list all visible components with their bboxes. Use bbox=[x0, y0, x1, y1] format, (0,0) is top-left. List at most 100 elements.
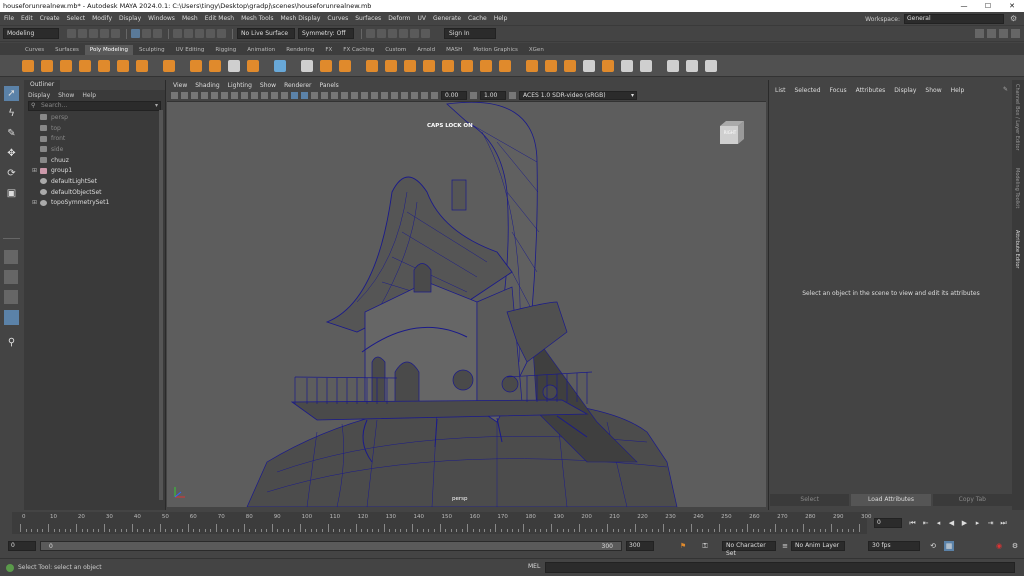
menu-mesh[interactable]: Mesh bbox=[182, 15, 198, 22]
modeling-toolkit-icon[interactable] bbox=[975, 29, 984, 38]
mel-label[interactable]: MEL bbox=[528, 563, 540, 570]
copy-tab-button[interactable]: Copy Tab bbox=[932, 494, 1012, 506]
field-chart-icon[interactable] bbox=[271, 92, 278, 99]
poly-torus-icon[interactable] bbox=[98, 59, 110, 72]
viewport-menu-view[interactable]: View bbox=[173, 82, 187, 89]
modeling-toolkit-tab[interactable]: Modeling Toolkit bbox=[1014, 168, 1020, 208]
live-surface-field[interactable]: No Live Surface bbox=[237, 28, 295, 39]
menu-file[interactable]: File bbox=[4, 15, 14, 22]
xray-joints-icon[interactable] bbox=[411, 92, 418, 99]
expand-icon[interactable]: ⊞ bbox=[32, 199, 40, 206]
shelf-tab-surfaces[interactable]: Surfaces bbox=[50, 45, 84, 55]
select-camera-icon[interactable] bbox=[171, 92, 178, 99]
grease-pencil-icon[interactable] bbox=[221, 92, 228, 99]
symmetry-dropdown[interactable]: Symmetry: Off bbox=[298, 28, 354, 39]
menu-set-dropdown[interactable]: Modeling bbox=[3, 28, 59, 39]
curve-to-mesh-icon[interactable] bbox=[209, 59, 221, 72]
menu-edit[interactable]: Edit bbox=[21, 15, 33, 22]
automatic-mapping-icon[interactable] bbox=[602, 59, 614, 72]
depth-of-field-icon[interactable] bbox=[381, 92, 388, 99]
bevel-icon[interactable] bbox=[442, 59, 454, 72]
gamma-field[interactable]: 1.00 bbox=[480, 91, 506, 100]
image-plane-icon[interactable] bbox=[201, 92, 208, 99]
fill-hole-icon[interactable] bbox=[480, 59, 492, 72]
append-to-polygon-icon[interactable] bbox=[461, 59, 473, 72]
timeline-ruler[interactable]: 0 10 20 30 40 50 60 70 80 90 100 110 120 130 140 150 160… bbox=[12, 512, 872, 534]
new-scene-icon[interactable] bbox=[67, 29, 76, 38]
outliner-search-input[interactable]: ⚲ Search... ▾ bbox=[28, 101, 161, 111]
insert-edge-loop-icon[interactable] bbox=[545, 59, 557, 72]
super-shape-icon[interactable] bbox=[163, 59, 175, 72]
audio-icon[interactable]: ◉ bbox=[994, 541, 1004, 551]
outliner-item[interactable]: ⊞ topoSymmetrySet1 bbox=[24, 198, 165, 209]
poly-disc-icon[interactable] bbox=[136, 59, 148, 72]
menu-windows[interactable]: Windows bbox=[148, 15, 175, 22]
attr-menu-display[interactable]: Display bbox=[894, 87, 916, 94]
menu-modify[interactable]: Modify bbox=[92, 15, 112, 22]
shelf-tab-rendering[interactable]: Rendering bbox=[281, 45, 319, 55]
viewport-menu-shading[interactable]: Shading bbox=[195, 82, 219, 89]
loop-icon[interactable]: ⟲ bbox=[928, 541, 938, 551]
svg-icon[interactable] bbox=[247, 59, 259, 72]
shelf-tab-fx-caching[interactable]: FX Caching bbox=[338, 45, 379, 55]
viewport-menu-panels[interactable]: Panels bbox=[319, 82, 338, 89]
mel-command-input[interactable] bbox=[545, 562, 1015, 573]
hypershade-icon[interactable] bbox=[410, 29, 419, 38]
menu-mesh-tools[interactable]: Mesh Tools bbox=[241, 15, 273, 22]
chevron-down-icon[interactable]: ▾ bbox=[155, 102, 158, 110]
select-by-component-icon[interactable] bbox=[153, 29, 162, 38]
play-forwards-icon[interactable]: ▶ bbox=[958, 518, 971, 528]
tool-settings-icon[interactable] bbox=[999, 29, 1008, 38]
anti-aliasing-icon[interactable] bbox=[371, 92, 378, 99]
screen-space-ao-icon[interactable] bbox=[351, 92, 358, 99]
snap-grid-icon[interactable] bbox=[173, 29, 182, 38]
outliner-menu-display[interactable]: Display bbox=[28, 92, 50, 99]
shelf-tab-motion-graphics[interactable]: Motion Graphics bbox=[468, 45, 523, 55]
shelf-tab-xgen[interactable]: XGen bbox=[524, 45, 549, 55]
rotate-tool-icon[interactable]: ⟳ bbox=[4, 166, 19, 181]
outliner-item[interactable]: chuuz bbox=[24, 155, 165, 166]
fps-dropdown[interactable]: 30 fps bbox=[868, 541, 920, 551]
search-icon[interactable]: ⚲ bbox=[4, 335, 19, 350]
auto-key-icon[interactable]: ⚑ bbox=[678, 541, 688, 551]
select-by-object-icon[interactable] bbox=[142, 29, 151, 38]
shelf-tab-rigging[interactable]: Rigging bbox=[210, 45, 241, 55]
poly-text-icon[interactable] bbox=[228, 59, 240, 72]
snap-curve-icon[interactable] bbox=[184, 29, 193, 38]
perspective-viewport[interactable]: View Shading Lighting Show Renderer Panels 0.… bbox=[167, 80, 766, 507]
poly-cylinder-icon[interactable] bbox=[60, 59, 72, 72]
menu-edit-mesh[interactable]: Edit Mesh bbox=[205, 15, 234, 22]
outliner-item[interactable]: persp bbox=[24, 112, 165, 123]
menu-curves[interactable]: Curves bbox=[327, 15, 348, 22]
attr-menu-help[interactable]: Help bbox=[951, 87, 965, 94]
snap-live-icon[interactable] bbox=[217, 29, 226, 38]
grid-icon[interactable] bbox=[231, 92, 238, 99]
outliner-layout-icon[interactable] bbox=[4, 310, 19, 325]
four-view-layout-icon[interactable] bbox=[4, 270, 18, 284]
safe-action-icon[interactable] bbox=[281, 92, 288, 99]
view-transform-dropdown[interactable]: ACES 1.0 SDR-video (sRGB) ▾ bbox=[519, 91, 637, 100]
render-view-icon[interactable] bbox=[366, 29, 375, 38]
preferences-icon[interactable]: ⚙ bbox=[1010, 541, 1020, 551]
attr-menu-attributes[interactable]: Attributes bbox=[856, 87, 886, 94]
outliner-item[interactable]: defaultLightSet bbox=[24, 176, 165, 187]
smooth-icon[interactable] bbox=[339, 59, 351, 72]
menu-select[interactable]: Select bbox=[67, 15, 86, 22]
menu-cache[interactable]: Cache bbox=[468, 15, 487, 22]
open-scene-icon[interactable] bbox=[78, 29, 87, 38]
shelf-tab-poly-modeling[interactable]: Poly Modeling bbox=[84, 45, 133, 55]
snap-view-plane-icon[interactable] bbox=[206, 29, 215, 38]
poly-cube-icon[interactable] bbox=[41, 59, 53, 72]
viewport-menu-lighting[interactable]: Lighting bbox=[228, 82, 252, 89]
step-forward-key-icon[interactable]: ⇥ bbox=[984, 518, 997, 528]
outliner-item[interactable]: front bbox=[24, 133, 165, 144]
key-icon[interactable]: ⚿ bbox=[700, 541, 710, 551]
uv-editor-icon[interactable] bbox=[621, 59, 633, 72]
extrude-icon[interactable] bbox=[404, 59, 416, 72]
current-frame-field[interactable]: 0 bbox=[874, 518, 902, 528]
anim-layer-icon[interactable]: ≡ bbox=[780, 541, 790, 551]
wireframe-icon[interactable] bbox=[291, 92, 298, 99]
attr-menu-show[interactable]: Show bbox=[925, 87, 941, 94]
step-back-key-icon[interactable]: ⇤ bbox=[919, 518, 932, 528]
menu-display[interactable]: Display bbox=[119, 15, 141, 22]
